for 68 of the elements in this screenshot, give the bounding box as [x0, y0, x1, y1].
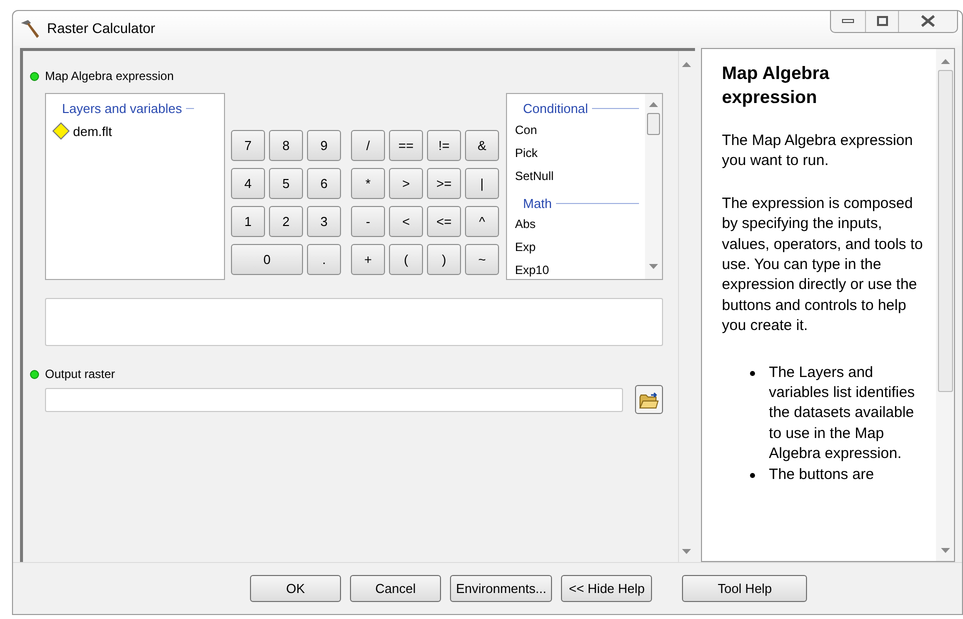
keypad-key[interactable]: 5 — [269, 168, 303, 199]
dialog-button[interactable]: << Hide Help — [561, 575, 652, 602]
help-paragraph: The Map Algebra expression you want to run. — [722, 131, 914, 172]
scroll-down-icon[interactable] — [940, 548, 950, 553]
tool-item[interactable]: SetNull — [507, 164, 554, 188]
group-heading: Math — [523, 194, 552, 212]
keypad-key[interactable]: 3 — [307, 206, 341, 237]
hammer-icon — [19, 18, 41, 38]
group-heading: Conditional — [523, 100, 588, 118]
bullet-icon — [750, 472, 755, 478]
field-label: Map Algebra expression — [45, 68, 174, 85]
help-bullet: The Layers and variables list identifies the datasets available to use in the Map Algebra expression. — [768, 362, 916, 464]
dialog-button[interactable]: Cancel — [350, 575, 441, 602]
layer-item[interactable]: dem.flt — [52, 122, 112, 141]
scroll-up-icon[interactable] — [682, 62, 692, 67]
keypad-key[interactable]: 7 — [231, 130, 265, 161]
tool-item[interactable]: Con — [507, 118, 538, 142]
expression-field[interactable] — [45, 298, 663, 346]
operator-key[interactable]: ^ — [465, 206, 499, 237]
operator-key[interactable]: > — [389, 168, 423, 199]
keypad-key[interactable]: 9 — [307, 130, 341, 161]
operator-key[interactable]: <= — [427, 206, 461, 237]
operator-key[interactable]: - — [351, 206, 385, 237]
scroll-down-icon[interactable] — [682, 549, 692, 554]
operator-key[interactable]: != — [427, 130, 461, 161]
help-paragraph: The expression is composed by specifying the inputs, values, operators, and tools to use. You can type in the expression directly or use the buttons and controls to help you create it. — [722, 194, 924, 336]
browse-button[interactable] — [635, 385, 663, 414]
operator-key[interactable]: ( — [389, 244, 423, 275]
keypad-key[interactable]: . — [307, 244, 341, 275]
keypad-key[interactable]: 2 — [269, 206, 303, 237]
close-icon — [921, 15, 935, 27]
output-raster-field[interactable] — [45, 388, 623, 412]
operator-key[interactable]: ) — [427, 244, 461, 275]
keypad-key[interactable]: 8 — [269, 130, 303, 161]
scroll-thumb[interactable] — [938, 70, 952, 392]
help-title: Map Algebra expression — [722, 62, 830, 109]
tool-help-button[interactable]: Tool Help — [682, 575, 808, 602]
tool-item[interactable]: Exp10 — [507, 259, 550, 279]
keypad-key[interactable]: 4 — [231, 168, 265, 199]
scroll-up-icon[interactable] — [649, 102, 658, 107]
help-bullet: The buttons are — [768, 464, 874, 485]
operator-key[interactable]: >= — [427, 168, 461, 199]
tool-item[interactable]: Exp — [507, 236, 536, 259]
group-heading: Layers and variables — [62, 100, 182, 118]
tool-item[interactable]: Abs — [507, 213, 536, 236]
operator-key[interactable]: + — [351, 244, 385, 275]
scroll-up-icon[interactable] — [940, 59, 950, 64]
keypad-key[interactable]: 0 — [231, 244, 303, 275]
bullet-icon — [750, 370, 755, 376]
operator-key[interactable]: / — [351, 130, 385, 161]
scroll-down-icon[interactable] — [649, 264, 658, 269]
window-title: Raster Calculator — [47, 19, 156, 38]
keypad-key[interactable]: 1 — [231, 206, 265, 237]
scroll-thumb[interactable] — [647, 113, 660, 135]
operator-key[interactable]: == — [389, 130, 423, 161]
raster-layer-icon — [52, 122, 70, 140]
scrollbar[interactable] — [645, 94, 662, 279]
operator-key[interactable]: | — [465, 168, 499, 199]
dialog-button[interactable]: OK — [250, 575, 341, 602]
operator-key[interactable]: ~ — [465, 244, 499, 275]
field-label: Output raster — [45, 366, 116, 383]
keypad-key[interactable]: 6 — [307, 168, 341, 199]
operator-key[interactable]: & — [465, 130, 499, 161]
tool-item[interactable]: Pick — [507, 142, 538, 164]
operator-key[interactable]: * — [351, 168, 385, 199]
dialog-button[interactable]: Environments... — [450, 575, 552, 602]
operator-key[interactable]: < — [389, 206, 423, 237]
scrollbar[interactable] — [936, 49, 954, 561]
